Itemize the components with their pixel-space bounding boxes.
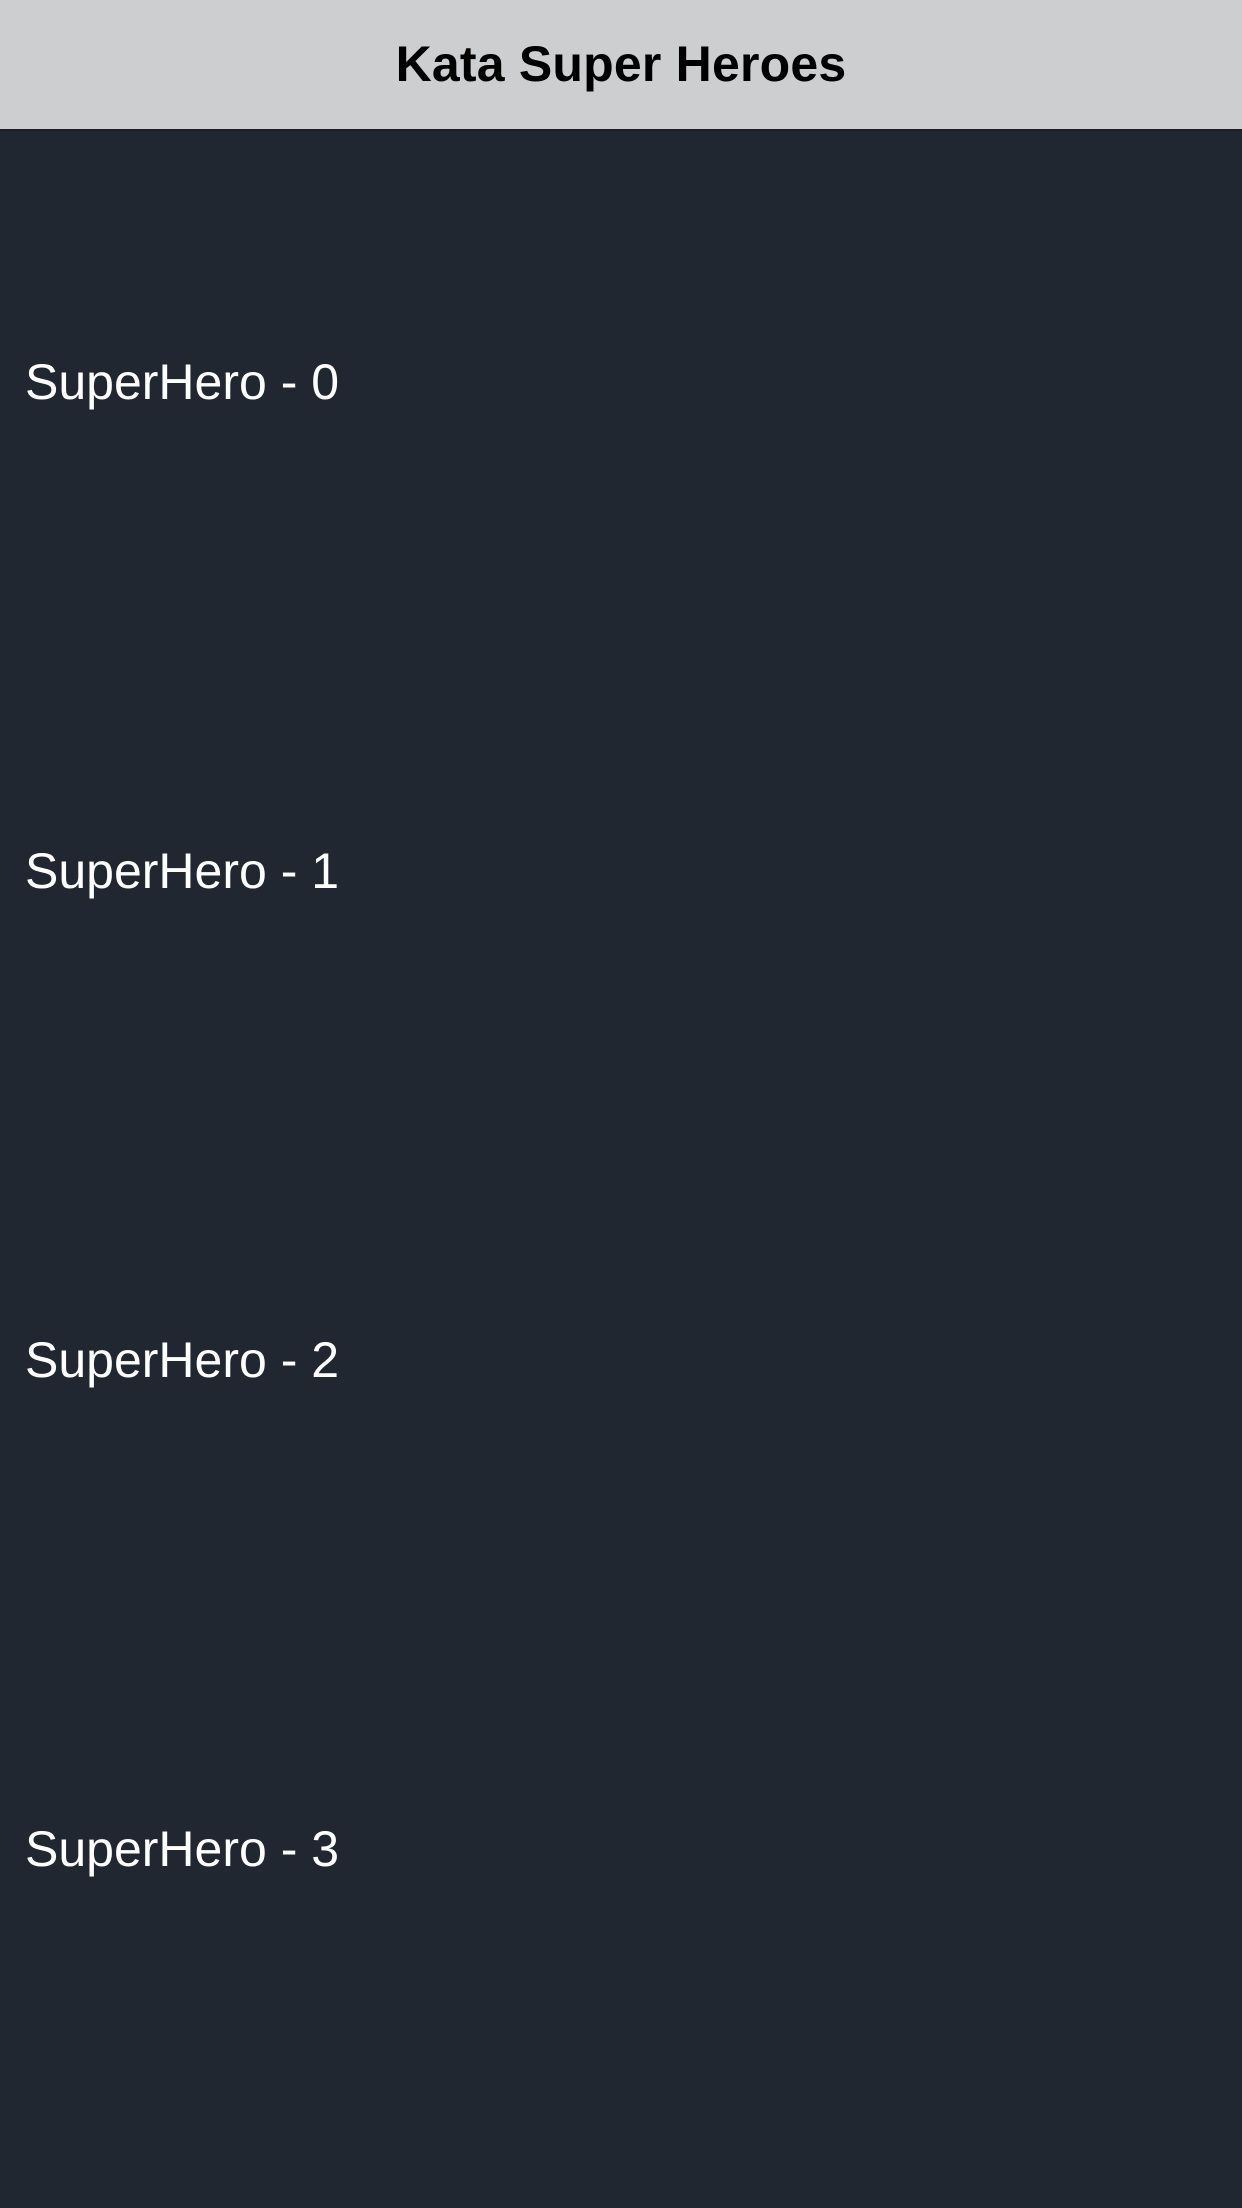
list-item[interactable]: SuperHero - 2 <box>0 1109 1242 1598</box>
list-item[interactable]: SuperHero - 3 <box>0 1598 1242 2087</box>
list-item[interactable]: SuperHero - 0 <box>0 131 1242 620</box>
superhero-name: SuperHero - 0 <box>25 353 340 410</box>
app-screen: Kata Super Heroes SuperHero - 0 SuperHer… <box>0 0 1242 2208</box>
superhero-list[interactable]: SuperHero - 0 SuperHero - 1 SuperHero - … <box>0 131 1242 2208</box>
superhero-name: SuperHero - 3 <box>25 1820 340 1877</box>
superhero-name: SuperHero - 1 <box>25 842 340 899</box>
list-item[interactable]: SuperHero - 1 <box>0 620 1242 1109</box>
navigation-bar: Kata Super Heroes <box>0 0 1242 131</box>
page-title: Kata Super Heroes <box>395 35 847 92</box>
superhero-name: SuperHero - 2 <box>25 1331 340 1388</box>
